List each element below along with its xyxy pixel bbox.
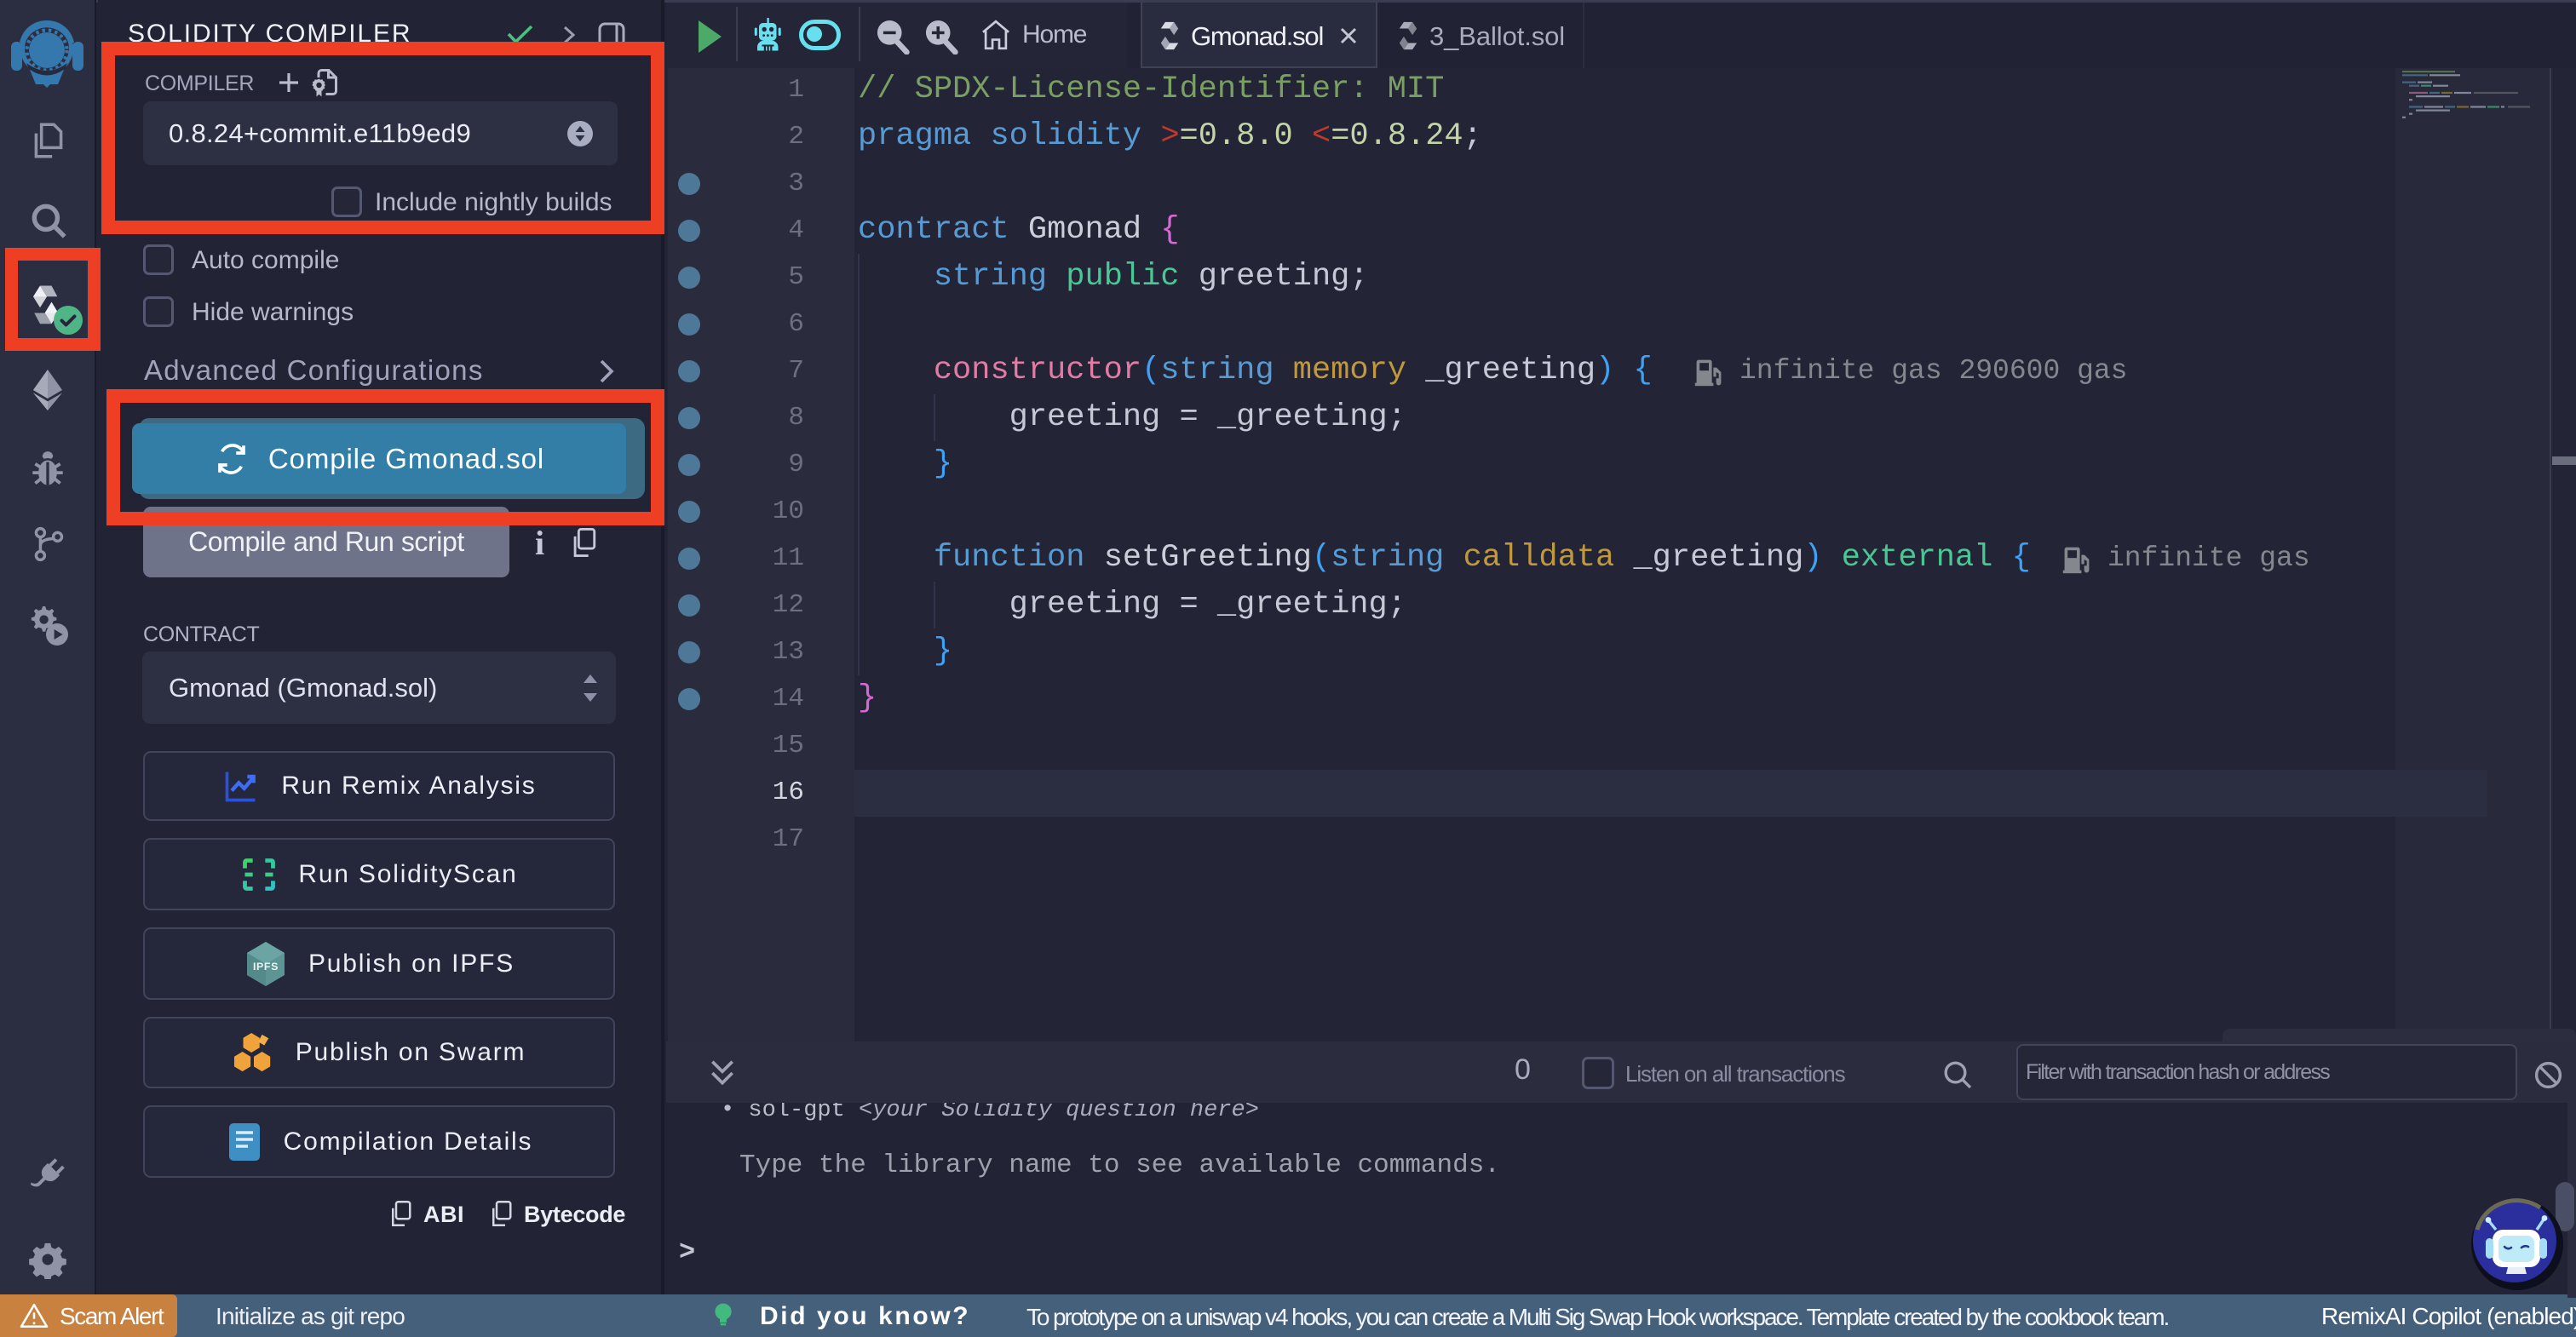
- svg-text:IPFS: IPFS: [253, 961, 279, 973]
